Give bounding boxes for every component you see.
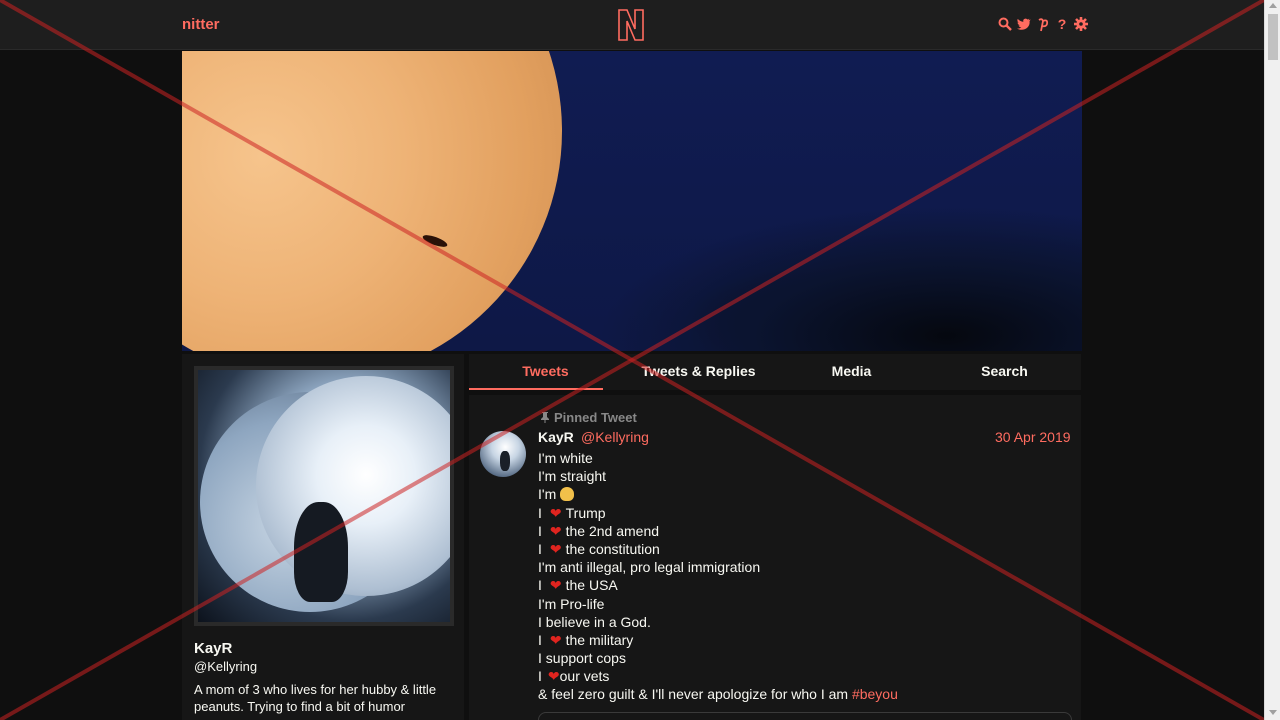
page-scrollbar[interactable] [1264,0,1280,720]
profile-avatar[interactable] [194,366,454,626]
hashtag-link[interactable]: #beyou [852,686,898,702]
person-emoji-icon [560,487,575,502]
tweet-line: I support cops [538,649,898,667]
rss-icon[interactable] [1036,16,1050,32]
tweet-line: I ❤ the constitution [538,540,660,557]
tab-media[interactable]: Media [775,354,928,390]
tweet-line: I ❤ Trump [538,504,606,521]
tweet-text: I'm Pro-life [538,595,605,612]
tweet-author-name[interactable]: KayR [538,429,574,445]
tweet-text: the 2nd amend [565,522,660,539]
tweet-text: I'm [538,486,557,503]
tab-tweets[interactable]: Tweets [469,354,622,390]
tweet-text: our vets [559,668,610,685]
avatar-raven-small [500,451,510,471]
tweet-text: I support cops [538,650,626,667]
search-icon[interactable] [998,16,1012,32]
scroll-thumb[interactable] [1268,14,1278,60]
tweet-line: I'm straight [538,467,898,485]
heart-icon: ❤ [549,577,562,594]
brand-link[interactable]: nitter [182,16,220,33]
pin-icon [540,412,550,423]
tweet-line: I ❤ the USA [538,577,618,594]
tab-tweets-replies[interactable]: Tweets & Replies [622,354,775,390]
tweet-line: I ❤our vets [538,668,610,685]
tweet-body: I'm white I'm straight I'm I ❤ Trump I ❤ the… [538,449,898,704]
tweet-text: I'm white [538,450,593,466]
help-icon[interactable]: ? [1055,16,1069,32]
twitter-icon[interactable] [1017,16,1031,32]
tweet-author-avatar[interactable] [480,431,526,477]
pinned-text: Pinned Tweet [554,410,637,425]
profile-bio: A mom of 3 who lives for her hubby & lit… [194,682,437,714]
tweet-line: I'm anti illegal, pro legal immigration [538,558,898,576]
profile-handle[interactable]: @Kellyring [194,659,257,674]
tab-search[interactable]: Search [928,354,1081,390]
tweet-line: I ❤ the military [538,631,634,648]
tweet-line: I believe in a God. [538,613,898,631]
tweet-card[interactable] [538,712,1072,720]
tweet-line: & feel zero guilt & I'll never apologize… [538,685,898,703]
tweet-text: & feel zero guilt & I'll never apologize… [538,686,849,703]
heart-icon: ❤ [549,522,562,539]
tweet-text: I'm anti illegal, pro legal immigration [538,559,761,576]
banner-moon [182,51,562,351]
tweet-line: I'm Pro-life [538,595,898,613]
heart-icon: ❤ [549,540,562,557]
heart-icon: ❤ [547,668,560,685]
tweet-text: the USA [565,577,618,594]
gear-icon[interactable] [1074,16,1088,32]
tweet-text: I believe in a God. [538,613,651,630]
tweet-line: I'm [538,485,898,503]
scroll-up-icon[interactable] [1269,3,1277,8]
pinned-label: Pinned Tweet [540,410,637,425]
profile-name[interactable]: KayR [194,640,232,657]
scroll-down-icon[interactable] [1269,710,1277,715]
nav-icons: ? [998,16,1088,32]
heart-icon: ❤ [549,631,562,648]
heart-icon: ❤ [549,504,562,521]
tweet-author-handle[interactable]: @Kellyring [581,429,649,445]
tweet-text: the military [565,631,634,648]
tweet-line: I'm white [538,449,898,467]
tweet-line: I ❤ the 2nd amend [538,522,660,539]
tweet-text: Trump [565,504,606,521]
avatar-raven [294,502,348,602]
top-navbar: nitter ? [0,0,1264,50]
tweet-text: I'm straight [538,468,607,485]
timeline-tabs: Tweets Tweets & Replies Media Search [469,354,1081,390]
tweet-text: the constitution [565,540,660,557]
tweet-date[interactable]: 30 Apr 2019 [995,429,1071,445]
profile-banner[interactable] [182,51,1082,351]
nitter-logo-icon[interactable] [616,7,646,43]
